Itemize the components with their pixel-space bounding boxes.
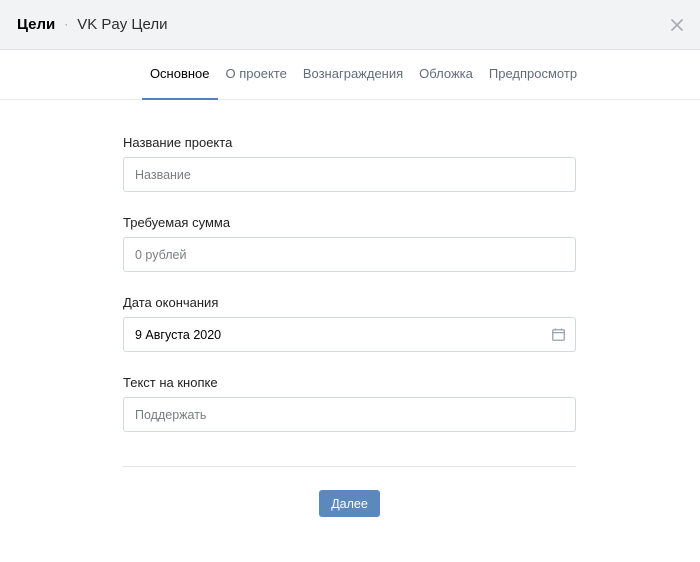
form-divider (123, 466, 576, 467)
project-name-label: Название проекта (123, 135, 233, 150)
project-name-input[interactable] (123, 157, 576, 192)
tab-main[interactable]: Основное (141, 50, 218, 100)
field-button-text: Текст на кнопке (123, 375, 576, 432)
tab-label: Основное (149, 66, 210, 81)
field-amount: Требуемая сумма (123, 215, 576, 272)
modal-header: Цели · VK Pay Цели (0, 0, 700, 50)
end-date-label: Дата окончания (123, 295, 219, 310)
amount-label: Требуемая сумма (123, 215, 231, 230)
next-button[interactable]: Далее (319, 490, 380, 517)
field-project-name: Название проекта (123, 135, 576, 192)
tab-cover[interactable]: Обложка (411, 50, 481, 99)
breadcrumb-separator: · (64, 16, 69, 31)
button-text-label: Текст на кнопке (123, 375, 218, 390)
calendar-icon[interactable] (552, 328, 565, 341)
breadcrumb-root[interactable]: Цели (17, 16, 55, 33)
tab-rewards[interactable]: Вознаграждения (295, 50, 411, 99)
tab-label: Предпросмотр (488, 66, 578, 81)
end-date-input[interactable] (123, 317, 576, 352)
tab-preview[interactable]: Предпросмотр (481, 50, 585, 99)
close-button[interactable] (667, 15, 687, 35)
goal-form: Название проекта Требуемая сумма Дата ок… (123, 135, 576, 455)
tab-about[interactable]: О проекте (218, 50, 295, 99)
button-text-input[interactable] (123, 397, 576, 432)
tab-label: Обложка (419, 66, 473, 81)
breadcrumb-current: VK Pay Цели (77, 16, 168, 33)
tab-bar: Основное О проекте Вознаграждения Обложк… (0, 50, 700, 100)
field-end-date: Дата окончания (123, 295, 576, 352)
tab-label: Вознаграждения (302, 66, 404, 81)
end-date-picker (123, 317, 576, 352)
amount-input[interactable] (123, 237, 576, 272)
close-icon (671, 19, 683, 31)
tab-label: О проекте (225, 66, 287, 81)
